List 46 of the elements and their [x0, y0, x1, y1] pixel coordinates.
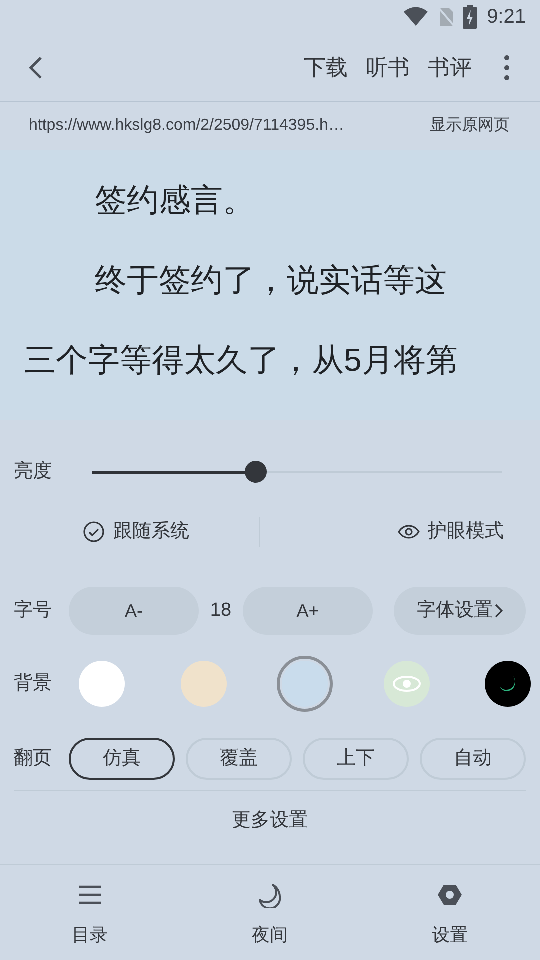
background-swatch[interactable] — [180, 661, 226, 707]
url-text: https://www.hkslg8.com/2/2509/7114395.h… — [29, 116, 344, 136]
page-turn-option[interactable]: 上下 — [303, 738, 409, 780]
background-label: 背景 — [14, 672, 53, 696]
background-swatch[interactable] — [485, 661, 531, 707]
page-turn-option[interactable]: 覆盖 — [186, 738, 292, 780]
paragraph-line: 终于签约了，说实话等这 — [95, 261, 447, 300]
eye-care-button[interactable]: 护眼模式 — [398, 518, 504, 546]
status-time: 9:21 — [487, 5, 526, 30]
bottom-nav-item[interactable]: 夜间 — [180, 865, 360, 949]
battery-icon — [463, 5, 478, 29]
show-original-button[interactable]: 显示原网页 — [430, 114, 510, 138]
brightness-label: 亮度 — [14, 460, 53, 484]
font-size-label: 字号 — [14, 598, 53, 623]
eye-icon — [398, 524, 420, 540]
bottom-nav-item[interactable]: 目录 — [0, 865, 180, 949]
font-settings-button[interactable]: 字体设置 — [394, 587, 526, 635]
brightness-slider[interactable] — [92, 460, 502, 484]
back-icon — [28, 54, 44, 80]
increase-font-button[interactable]: A+ — [243, 587, 373, 635]
more-button[interactable] — [502, 54, 512, 80]
background-swatch[interactable] — [79, 661, 125, 707]
toolbar-action[interactable]: 下载 — [304, 51, 348, 84]
moon-icon — [257, 882, 283, 908]
page-turn-option[interactable]: 仿真 — [69, 738, 175, 780]
toolbar-action[interactable]: 听书 — [366, 51, 410, 84]
page-turn-label: 翻页 — [14, 746, 53, 771]
follow-system-toggle[interactable]: 跟随系统 — [83, 518, 190, 546]
menu-icon — [77, 884, 103, 906]
decrease-font-button[interactable]: A- — [69, 587, 199, 635]
toolbar-action[interactable]: 书评 — [428, 51, 472, 84]
no-sim-icon — [437, 6, 456, 28]
chevron-right-icon — [495, 604, 503, 618]
background-swatch[interactable] — [384, 661, 430, 707]
paragraph-line: 签约感言。 — [95, 181, 255, 220]
font-size-value: 18 — [209, 598, 233, 623]
wifi-icon — [403, 7, 430, 27]
more-icon — [504, 54, 510, 80]
more-settings-button[interactable]: 更多设置 — [222, 791, 318, 851]
page-turn-option[interactable]: 自动 — [420, 738, 526, 780]
slider-thumb[interactable] — [245, 461, 267, 483]
settings-icon — [437, 883, 463, 907]
bottom-nav-item[interactable]: 设置 — [360, 865, 540, 949]
paragraph-line: 三个字等得太久了，从5月将第 — [24, 341, 458, 380]
check-circle-icon — [83, 521, 106, 543]
eye-icon — [392, 675, 422, 693]
